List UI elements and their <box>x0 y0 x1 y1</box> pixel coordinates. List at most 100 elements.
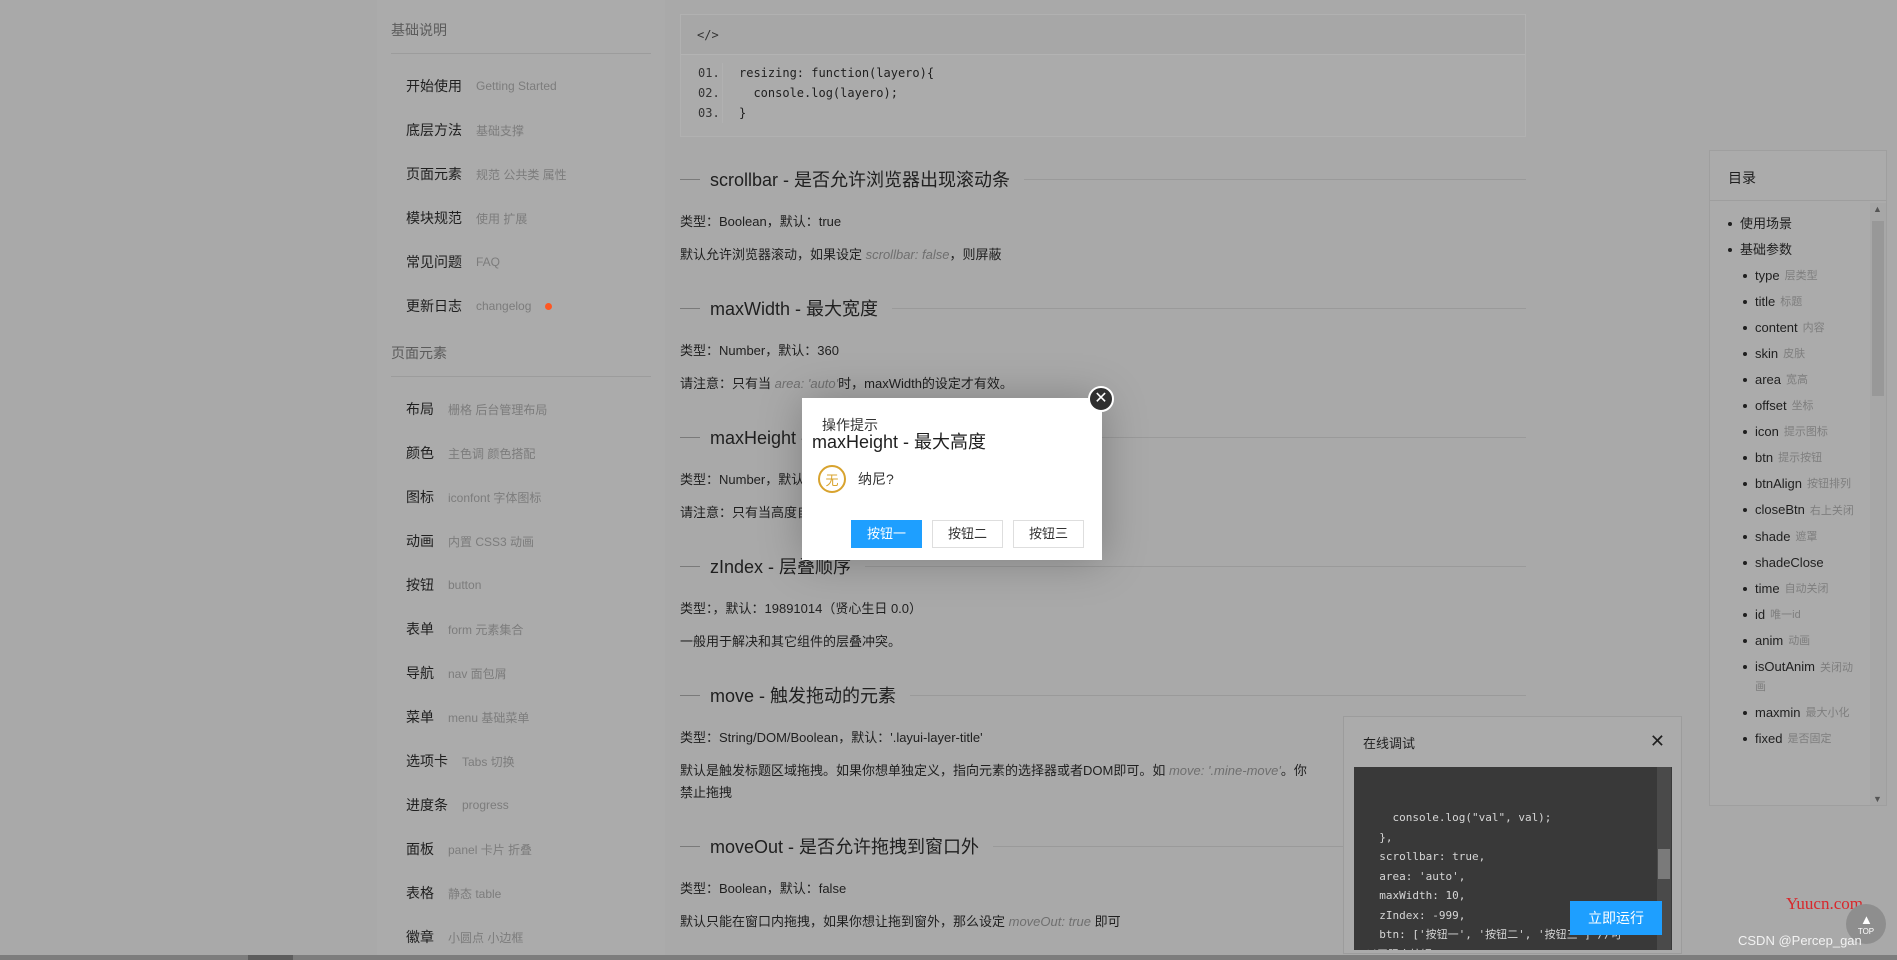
toc-item-label: icon <box>1755 424 1779 439</box>
nav-item-sublabel: progress <box>462 798 509 812</box>
nav-item-label: 进度条 <box>406 797 448 813</box>
nav-item-sublabel: Tabs 切换 <box>462 754 515 769</box>
toc-item-sublabel: 动画 <box>1788 635 1811 647</box>
nav-item-label: 更新日志 <box>406 298 462 314</box>
desc-text: 即可 <box>1091 914 1121 929</box>
toc-item-sublabel: 内容 <box>1802 322 1825 334</box>
nav-item-label: 选项卡 <box>406 753 448 769</box>
desc-text: 时，maxWidth的设定才有效。 <box>838 376 1013 391</box>
toc-item[interactable]: time 自动关闭 <box>1710 576 1870 602</box>
toc-scrollbar[interactable]: ▲ ▼ <box>1870 203 1886 805</box>
nav-item-badge[interactable]: 徽章 小圆点 小边框 <box>406 925 523 949</box>
run-now-button[interactable]: 立即运行 <box>1570 901 1662 935</box>
online-debug-panel: 在线调试 ✕ console.log("val", val); }, scrol… <box>1343 716 1682 954</box>
nav-item-changelog[interactable]: 更新日志 changelog <box>406 294 553 318</box>
button-two[interactable]: 按钮二 <box>931 520 1003 548</box>
desc-text: 。你 <box>1280 763 1307 778</box>
toc-item[interactable]: btnAlign 按钮排列 <box>1710 471 1870 497</box>
inline-code: moveOut: true <box>1008 914 1091 929</box>
toc-item[interactable]: id 唯一id <box>1710 602 1870 628</box>
toc-item[interactable]: fixed 是否固定 <box>1710 726 1870 752</box>
section-title-text: maxWidth - 最大宽度 <box>710 299 879 319</box>
toc-item-label: btnAlign <box>1755 476 1802 491</box>
line-code: } <box>739 106 747 120</box>
toc-list: 使用场景 基础参数 type 层类型 title 标题 content 内容 skin… <box>1710 211 1870 752</box>
desc-text: 默认允许浏览器滚动，如果设定 <box>680 247 866 262</box>
toc-item[interactable]: btn 提示按钮 <box>1710 445 1870 471</box>
toc-item[interactable]: shadeClose <box>1710 550 1870 576</box>
nav-item-panel[interactable]: 面板 panel 卡片 折叠 <box>406 837 532 861</box>
nav-item-menu[interactable]: 菜单 menu 基础菜单 <box>406 705 529 729</box>
toc-item[interactable]: shade 遮罩 <box>1710 524 1870 550</box>
code-block-header: </> <box>681 15 1525 55</box>
nav-item-faq[interactable]: 常见问题 FAQ <box>406 250 500 274</box>
nav-item-label: 面板 <box>406 841 434 857</box>
nav-item-icon[interactable]: 图标 iconfont 字体图标 <box>406 485 541 509</box>
button-one[interactable]: 按钮一 <box>850 520 922 548</box>
toc-scroll-thumb[interactable] <box>1872 221 1884 396</box>
toc-item[interactable]: isOutAnim 关闭动画 <box>1710 654 1870 700</box>
horizontal-scroll-thumb[interactable] <box>248 955 293 960</box>
code-line: 03.} <box>681 103 1525 123</box>
param-desc-scrollbar: 默认允许浏览器滚动，如果设定 scrollbar: false，则屏蔽 <box>680 245 1530 265</box>
toc-item[interactable]: offset 坐标 <box>1710 393 1870 419</box>
toc-item-sublabel: 按钮排列 <box>1806 478 1851 490</box>
nav-item-getting-started[interactable]: 开始使用 Getting Started <box>406 74 557 98</box>
close-icon[interactable]: ✕ <box>1088 386 1114 412</box>
close-icon[interactable]: ✕ <box>1650 731 1665 752</box>
section-title-maxwidth: maxWidth - 最大宽度 <box>680 296 1526 320</box>
inline-code: scrollbar: false <box>865 247 950 262</box>
nav-item-animation[interactable]: 动画 内置 CSS3 动画 <box>406 529 534 553</box>
nav-item-label: 图标 <box>406 489 434 505</box>
side-navigation: 基础说明 开始使用 Getting Started 底层方法 基础支撑 页面元素 规范… <box>377 0 665 960</box>
nav-item-form[interactable]: 表单 form 元素集合 <box>406 617 523 641</box>
dialog-message: 纳尼? <box>858 471 894 487</box>
nav-group-title-elements: 页面元素 <box>391 345 447 361</box>
nav-item-sublabel: FAQ <box>476 255 501 269</box>
nav-item-page-elements[interactable]: 页面元素 规范 公共类 属性 <box>406 162 567 186</box>
nav-item-base-methods[interactable]: 底层方法 基础支撑 <box>406 118 524 142</box>
warning-icon: 无 <box>818 465 846 493</box>
scroll-down-icon[interactable]: ▼ <box>1873 794 1882 804</box>
line-number: 03. <box>681 103 723 123</box>
toc-item[interactable]: area 宽高 <box>1710 367 1870 393</box>
section-title-text: move - 触发拖动的元素 <box>710 686 897 706</box>
nav-item-label: 颜色 <box>406 445 434 461</box>
code-block: </> 01. resizing: function(layero){ 02. c… <box>680 14 1526 137</box>
toc-item-label: btn <box>1755 450 1774 465</box>
nav-item-color[interactable]: 颜色 主色调 颜色搭配 <box>406 441 535 465</box>
toc-item-label: skin <box>1755 346 1779 361</box>
toc-item-sublabel: 最大小化 <box>1805 707 1850 719</box>
toc-item[interactable]: 使用场景 <box>1710 211 1870 237</box>
button-three[interactable]: 按钮三 <box>1012 520 1084 548</box>
line-code: resizing: function(layero){ <box>739 66 935 80</box>
toc-item[interactable]: type 层类型 <box>1710 263 1870 289</box>
toc-item-sublabel: 皮肤 <box>1783 348 1806 360</box>
nav-item-table[interactable]: 表格 静态 table <box>406 881 501 905</box>
nav-item-button[interactable]: 按钮 button <box>406 573 481 597</box>
toc-item[interactable]: maxmin 最大小化 <box>1710 700 1870 726</box>
debug-title: 在线调试 <box>1363 736 1416 751</box>
nav-item-nav[interactable]: 导航 nav 面包屑 <box>406 661 507 685</box>
scroll-up-icon[interactable]: ▲ <box>1873 204 1882 214</box>
toc-item-label: title <box>1755 294 1776 309</box>
nav-item-sublabel: Getting Started <box>476 79 557 93</box>
nav-item-tabs[interactable]: 选项卡 Tabs 切换 <box>406 749 515 773</box>
nav-divider <box>391 376 651 377</box>
toc-item[interactable]: title 标题 <box>1710 289 1870 315</box>
toc-item[interactable]: anim 动画 <box>1710 628 1870 654</box>
nav-item-sublabel: button <box>448 578 482 592</box>
toc-item[interactable]: content 内容 <box>1710 315 1870 341</box>
debug-scroll-thumb[interactable] <box>1658 849 1670 879</box>
nav-item-module-spec[interactable]: 模块规范 使用 扩展 <box>406 206 527 230</box>
toc-item-label: shade <box>1755 529 1791 544</box>
toc-item-sublabel: 坐标 <box>1791 400 1814 412</box>
nav-item-progress[interactable]: 进度条 progress <box>406 793 509 817</box>
toc-item[interactable]: skin 皮肤 <box>1710 341 1870 367</box>
section-title-move: move - 触发拖动的元素 <box>680 683 1526 707</box>
toc-item[interactable]: icon 提示图标 <box>1710 419 1870 445</box>
toc-item[interactable]: 基础参数 <box>1710 237 1870 263</box>
toc-item[interactable]: closeBtn 右上关闭 <box>1710 497 1870 524</box>
toc-item-label: offset <box>1755 398 1787 413</box>
nav-item-layout[interactable]: 布局 栅格 后台管理布局 <box>406 397 547 421</box>
